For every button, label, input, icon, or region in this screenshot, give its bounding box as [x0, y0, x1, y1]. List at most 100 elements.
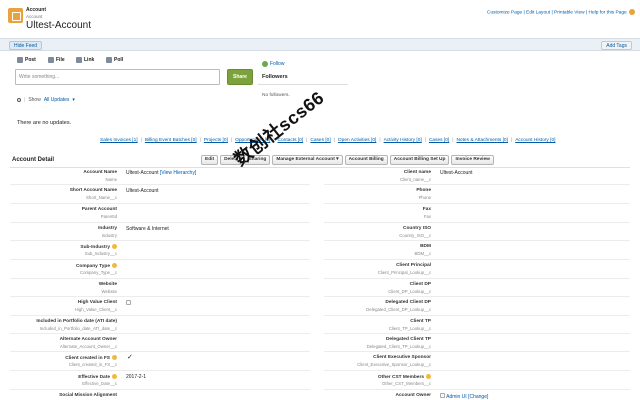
related-link[interactable]: Cases [0] — [310, 138, 330, 143]
object-sub-label: Account — [26, 14, 43, 19]
help-icon[interactable] — [629, 9, 635, 15]
field-value-effective-date: 2017-2-1 — [126, 374, 147, 380]
field-value-account-name: Ultest-Account [View Hierarchy] — [126, 170, 196, 176]
add-tags-button[interactable]: Add Tags — [601, 41, 632, 50]
followers-title: Followers — [262, 74, 288, 80]
field-value-short-name: Ultest-Account — [126, 188, 159, 194]
row-divider — [324, 203, 630, 204]
sub-industry-label: Sub-Industry — [80, 244, 110, 250]
field-api-client-name: Client_name__c — [399, 177, 431, 182]
field-label-client-dp: Client DP — [409, 282, 431, 287]
follow-icon — [262, 61, 268, 67]
manage-external-account-label: Manage External Account — [276, 157, 335, 162]
row-divider — [324, 184, 630, 185]
view-hierarchy-link[interactable]: [View Hierarchy] — [160, 170, 196, 176]
field-label-fax: Fax — [422, 207, 431, 212]
help-icon[interactable] — [112, 244, 117, 249]
field-api-client-tp: Client_TP_Lookup__c — [388, 326, 431, 331]
row-divider — [324, 296, 630, 297]
field-api-exec-sponsor: Client_Executive_Sponsor_Lookup__c — [357, 362, 431, 367]
hide-feed-label: Hide Feed — [14, 43, 38, 49]
field-label-delegated-client-dp: Delegated Client DP — [385, 300, 431, 305]
tab-file[interactable]: File — [48, 57, 65, 63]
field-api-other-cst: Other_CST_Members__c — [382, 381, 431, 386]
chevron-down-icon: ▾ — [336, 157, 339, 162]
hide-feed-button[interactable]: Hide Feed — [9, 41, 43, 50]
related-link[interactable]: Activity History [0] — [384, 138, 422, 143]
field-api-delegated-client-tp: Delegated_Client_TP_Lookup__c — [366, 344, 431, 349]
related-link[interactable]: Open Activities [0] — [338, 138, 376, 143]
row-divider — [324, 333, 630, 334]
feed-filter: | Show All Updates ▾ — [17, 97, 75, 103]
row-divider — [324, 222, 630, 223]
help-icon[interactable] — [426, 374, 431, 379]
row-divider — [324, 259, 630, 260]
field-label-exec-sponsor: Client Executive Sponsor — [373, 355, 431, 360]
share-button[interactable]: Share — [227, 69, 253, 85]
link-icon — [76, 57, 82, 63]
row-divider — [10, 184, 310, 185]
account-owner-link[interactable]: Admin UI [Change] — [446, 394, 488, 400]
field-label-client-name: Client name — [403, 170, 431, 175]
field-label-country-iso: Country ISO — [403, 226, 431, 231]
account-name-value: Ultest-Account — [126, 170, 159, 176]
row-divider — [324, 240, 630, 241]
invoice-review-button[interactable]: Invoice Review — [451, 155, 494, 165]
no-followers-text: No followers. — [262, 93, 290, 98]
related-link[interactable]: Sales Invoices [1] — [100, 138, 138, 143]
tab-poll[interactable]: Poll — [106, 57, 123, 63]
field-label-website: Website — [98, 282, 117, 287]
field-value-client-name: Ultest-Account — [440, 170, 473, 176]
field-api-fax: Fax — [423, 214, 431, 219]
field-api-company-type: Company_Type__c — [79, 270, 117, 275]
row-divider — [324, 351, 630, 352]
tab-post[interactable]: Post — [17, 57, 36, 63]
row-divider — [10, 203, 310, 204]
field-api-high-value-client: High_Value_Client__c — [74, 307, 117, 312]
field-api-delegated-client-dp: Delegated_Client_DP_Lookup__c — [366, 307, 431, 312]
tab-link[interactable]: Link — [76, 57, 94, 63]
manage-external-account-button[interactable]: Manage External Account ▾ — [272, 155, 343, 165]
show-label: Show — [28, 97, 41, 103]
field-api-client-dp: Client_DP_Lookup__c — [388, 289, 431, 294]
row-divider — [10, 296, 310, 297]
row-divider — [10, 222, 310, 223]
detail-divider — [10, 167, 630, 168]
row-divider — [10, 259, 310, 260]
show-filter-dropdown[interactable]: All Updates — [44, 97, 70, 103]
edit-button[interactable]: Edit — [201, 155, 219, 165]
object-type-label: Account — [26, 7, 46, 13]
top-links: Customize Page | Edit Layout | Printable… — [487, 9, 635, 15]
field-api-industry: Industry — [101, 233, 117, 238]
row-divider — [324, 315, 630, 316]
field-api-portfolio-date: Included_in_Portfolio_date_ATI_date__c — [39, 326, 117, 331]
row-divider — [10, 389, 310, 390]
help-icon[interactable] — [112, 374, 117, 379]
help-icon[interactable] — [112, 355, 117, 360]
related-link[interactable]: Account History [0] — [515, 138, 555, 143]
row-divider — [10, 315, 310, 316]
field-label-parent-account: Parent Account — [81, 207, 117, 212]
related-link[interactable]: Notes & Attachments [0] — [456, 138, 507, 143]
other-cst-label: Other CST Members — [377, 374, 424, 380]
field-label-account-name: Account Name — [83, 170, 117, 175]
related-link[interactable]: Billing Event Batches [0] — [145, 138, 197, 143]
post-input[interactable]: Write something... — [15, 69, 220, 85]
row-divider — [10, 333, 310, 334]
field-api-effective-date: Effective_Date__c — [82, 381, 117, 386]
row-divider — [10, 278, 310, 279]
top-links-text[interactable]: Customize Page | Edit Layout | Printable… — [487, 10, 627, 15]
account-billing-setup-button[interactable]: Account Billing Set Up — [389, 155, 450, 165]
page-header: Account Account Ultest-Account Customize… — [0, 0, 640, 38]
chevron-down-icon[interactable]: ▾ — [72, 97, 75, 103]
search-icon[interactable] — [17, 98, 21, 102]
account-billing-button[interactable]: Account Billing — [344, 155, 388, 165]
follow-link[interactable]: Follow — [262, 61, 284, 67]
help-icon[interactable] — [112, 263, 117, 268]
high-value-client-checkbox — [126, 300, 131, 307]
related-link[interactable]: Cases [0] — [429, 138, 449, 143]
field-api-bdm: BDM__c — [414, 251, 431, 256]
file-icon — [48, 57, 54, 63]
related-link[interactable]: Projects [0] — [204, 138, 228, 143]
client-created-checkmark: ✓ — [127, 354, 133, 361]
